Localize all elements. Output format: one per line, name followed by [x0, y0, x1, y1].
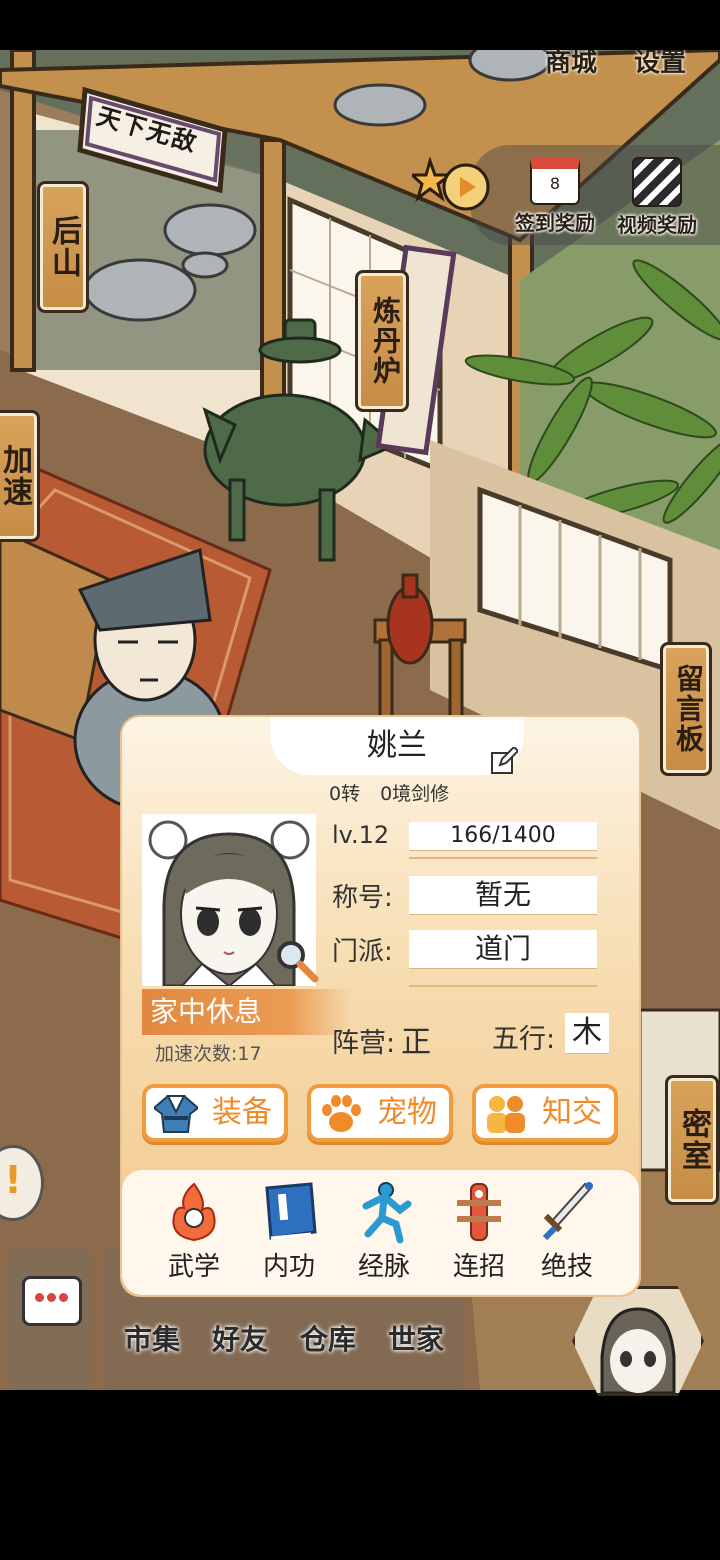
- skill-jingmai-button[interactable]: 经脉: [344, 1180, 424, 1283]
- experience-value: 166/1400: [409, 822, 597, 850]
- element-value: 木: [565, 1013, 609, 1053]
- status-badge: 家中休息: [142, 989, 352, 1035]
- camp-value: 正: [401, 1025, 432, 1060]
- people-icon: [484, 1094, 528, 1134]
- reward-bar: 8 签到奖励 视频奖励: [412, 145, 720, 245]
- divider: [409, 985, 597, 987]
- checkin-reward-label: 签到奖励: [515, 211, 595, 235]
- player-avatar-button[interactable]: [572, 1286, 704, 1396]
- element-label: 五行:: [492, 1024, 556, 1055]
- edit-name-icon[interactable]: [490, 745, 520, 775]
- checkin-reward-button[interactable]: 8 签到奖励: [510, 157, 600, 236]
- camp-field: 阵营: 正: [332, 1017, 431, 1061]
- speedup-label: 加速次数:: [155, 1043, 238, 1065]
- level-label: lv.12: [332, 821, 390, 849]
- equipment-label: 装备: [212, 1095, 272, 1130]
- friends-button[interactable]: 知交: [472, 1084, 618, 1142]
- skill-label: 武学: [167, 1252, 220, 1282]
- skill-menu: 武学 内功 经脉 连招 绝技: [122, 1170, 639, 1295]
- title-label: 称号:: [332, 883, 393, 913]
- calendar-icon: 8: [530, 157, 580, 205]
- settings-button[interactable]: 设置: [634, 50, 686, 79]
- fire-icon: [162, 1180, 226, 1244]
- sect-label: 门派:: [332, 937, 393, 967]
- star-play-icon[interactable]: [412, 155, 492, 215]
- sign-jiasu[interactable]: 加速: [0, 410, 40, 542]
- friends-button[interactable]: 好友: [212, 1318, 268, 1358]
- skill-juetu-button[interactable]: 绝技: [527, 1180, 607, 1283]
- family-button[interactable]: 世家: [388, 1318, 444, 1358]
- market-button[interactable]: 市集: [124, 1318, 180, 1358]
- video-reward-button[interactable]: 视频奖励: [612, 157, 702, 238]
- character-name: 姚兰: [270, 717, 524, 775]
- magnifier-icon[interactable]: [275, 939, 319, 983]
- video-reward-label: 视频奖励: [617, 213, 697, 237]
- robe-icon: [152, 1094, 200, 1134]
- realm-name: 0境剑修: [380, 783, 450, 805]
- sect-value: 道门: [409, 930, 597, 968]
- skill-label: 绝技: [540, 1252, 593, 1282]
- pet-label: 宠物: [377, 1095, 437, 1130]
- shop-button[interactable]: 商城: [545, 50, 597, 79]
- game-screen: 后山 加速 炼丹炉 留言板 密室 天下无敌 商城 设置 8 签到奖励 视频奖励 …: [0, 0, 720, 1560]
- title-value: 暂无: [409, 876, 597, 914]
- skill-label: 连招: [452, 1252, 505, 1282]
- sign-mishi[interactable]: 密室: [665, 1075, 719, 1205]
- divider: [409, 857, 597, 859]
- rebirth-count: 0转: [329, 783, 361, 805]
- speedup-count: 加速次数:17: [155, 1039, 262, 1066]
- sign-houshan[interactable]: 后山: [37, 181, 89, 313]
- character-info-panel: 姚兰 0转 0境剑修 家中休息 加速次数:17 lv.12 166/1400 称…: [122, 717, 639, 1295]
- skill-neigong-button[interactable]: 内功: [249, 1180, 329, 1283]
- friends-label: 知交: [542, 1095, 602, 1130]
- book-icon: [257, 1180, 321, 1244]
- training-dummy-icon: [447, 1180, 511, 1244]
- equipment-button[interactable]: 装备: [142, 1084, 288, 1142]
- skill-lianzhao-button[interactable]: 连招: [439, 1180, 519, 1283]
- meridian-figure-icon: [352, 1180, 416, 1244]
- sign-liuyanban[interactable]: 留言板: [660, 642, 712, 776]
- sword-icon: [535, 1180, 599, 1244]
- warehouse-button[interactable]: 仓库: [300, 1318, 356, 1358]
- camp-label: 阵营:: [332, 1028, 396, 1059]
- chat-bubble-icon[interactable]: [22, 1276, 82, 1326]
- skill-label: 内功: [262, 1252, 315, 1282]
- cultivation-realm: 0转 0境剑修: [329, 779, 469, 806]
- checkin-day: 8: [549, 174, 561, 193]
- skill-wuxue-button[interactable]: 武学: [154, 1180, 234, 1283]
- pet-button[interactable]: 宠物: [307, 1084, 453, 1142]
- speedup-value: 17: [237, 1043, 262, 1065]
- sign-liandanlu[interactable]: 炼丹炉: [355, 270, 409, 412]
- paw-icon: [319, 1094, 363, 1134]
- skill-label: 经脉: [357, 1252, 410, 1282]
- clapperboard-icon: [632, 157, 682, 207]
